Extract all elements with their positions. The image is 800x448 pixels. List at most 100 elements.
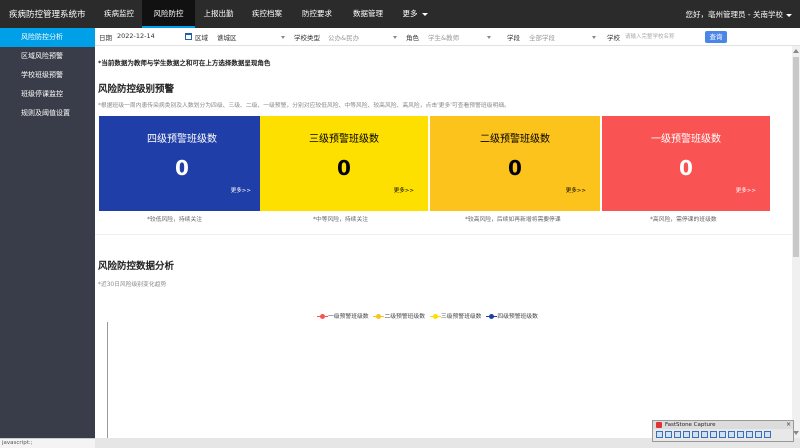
output-icon[interactable] — [728, 431, 735, 438]
capture-fullscreen-icon[interactable] — [692, 431, 699, 438]
level4-warning-card: 四级预警班级数 0 更多>> — [99, 116, 265, 211]
section-select[interactable]: 全部学段 — [529, 32, 555, 42]
card-value: 0 — [679, 156, 693, 180]
card-title: 四级预警班级数 — [147, 134, 217, 145]
legend-item-level2[interactable]: 二级预警班级数 — [373, 311, 426, 320]
page-scrollbar[interactable] — [792, 46, 800, 438]
sidebar-item-rules-thresholds[interactable]: 规则及阈值设置 — [0, 104, 95, 123]
legend-item-level1[interactable]: 一级预警班级数 — [317, 311, 369, 320]
card-more-link[interactable]: 更多>> — [736, 186, 756, 194]
card-note: *较低风险，持续关注 — [147, 217, 203, 223]
chart-legend: 一级预警班级数 二级预警班级数 三级预警班级数 四级预警班级数 — [317, 311, 544, 320]
scroll-up-icon[interactable] — [793, 49, 799, 53]
main-content: *当前数据为教师与学生数据之和可在上方选择数据呈现角色 风险防控级别预警 *根据… — [95, 46, 792, 438]
school-label: 学校 — [607, 34, 620, 42]
card-value: 0 — [508, 156, 522, 180]
card-title: 三级预警班级数 — [309, 134, 379, 145]
capture-window-icon[interactable] — [656, 431, 663, 438]
card-value: 0 — [175, 156, 189, 180]
card-more-link[interactable]: 更多>> — [394, 186, 414, 194]
card-note: *高风险，需停课的班级数 — [650, 217, 717, 223]
capture-video-icon[interactable] — [719, 431, 726, 438]
role-label: 角色 — [406, 34, 419, 42]
analysis-section-title: 风险防控数据分析 — [98, 261, 175, 272]
scrollbar-thumb[interactable] — [793, 57, 799, 257]
close-icon[interactable]: × — [786, 421, 791, 429]
faststone-logo-icon — [656, 422, 662, 428]
region-select[interactable]: 谯城区 — [217, 32, 237, 42]
role-select[interactable]: 学生&教师 — [428, 32, 459, 42]
help-icon[interactable] — [755, 431, 762, 438]
legend-item-level4[interactable]: 四级预警班级数 — [486, 311, 538, 320]
level3-warning-card: 三级预警班级数 0 更多>> — [260, 116, 428, 211]
nav-item-disease-records[interactable]: 疾控档案 — [242, 0, 292, 28]
faststone-titlebar: FastStone Capture × — [653, 421, 793, 429]
browser-status-bar: javascript:; — [0, 438, 95, 448]
calendar-icon[interactable] — [185, 33, 192, 40]
data-role-note: *当前数据为教师与学生数据之和可在上方选择数据呈现角色 — [98, 59, 271, 67]
filter-bar: 日期 2022-12-14 区域 谯城区 学校类型 公办&民办 角色 学生&教师… — [95, 28, 800, 46]
warning-section-title: 风险防控级别预警 — [98, 84, 175, 95]
legend-marker-icon — [317, 314, 328, 319]
sidebar-item-suspension-monitor[interactable]: 班级停课监控 — [0, 85, 95, 104]
section-divider — [95, 234, 792, 235]
nav-item-disease-monitor[interactable]: 疾病监控 — [96, 0, 142, 28]
sidebar-item-risk-analysis[interactable]: 风险防控分析 — [0, 28, 95, 47]
sidebar: 风险防控分析 区域风险预警 学校班级预警 班级停课监控 规则及阈值设置 — [0, 28, 95, 448]
capture-rect-icon[interactable] — [674, 431, 681, 438]
minimize-icon[interactable] — [764, 431, 771, 438]
capture-object-icon[interactable] — [665, 431, 672, 438]
chevron-down-icon — [393, 36, 397, 39]
faststone-title: FastStone Capture — [665, 422, 716, 428]
user-greeting: 您好，亳州管理员 - 关南学校 — [685, 10, 783, 19]
legend-marker-icon — [373, 314, 385, 319]
card-more-link[interactable]: 更多>> — [231, 186, 251, 194]
school-type-label: 学校类型 — [294, 34, 320, 42]
legend-marker-icon — [486, 314, 498, 319]
analysis-section-desc: *近30日风险级别变化趋势 — [98, 282, 167, 288]
capture-freehand-icon[interactable] — [683, 431, 690, 438]
nav-item-data-management[interactable]: 数据管理 — [342, 0, 394, 28]
faststone-tools — [656, 431, 773, 440]
legend-item-level3[interactable]: 三级预警班级数 — [429, 311, 482, 320]
nav-item-attendance-report[interactable]: 上报出勤 — [195, 0, 242, 28]
chevron-down-icon — [421, 12, 428, 16]
capture-scroll-icon[interactable] — [701, 431, 708, 438]
menu-icon[interactable] — [746, 431, 753, 438]
legend-label: 四级预警班级数 — [497, 314, 538, 320]
level2-warning-card: 二级预警班级数 0 更多>> — [430, 116, 600, 211]
chevron-down-icon — [786, 13, 792, 17]
chevron-down-icon — [592, 36, 596, 39]
legend-label: 二级预警班级数 — [384, 314, 426, 320]
nav-more-label: 更多 — [402, 9, 418, 18]
school-type-select[interactable]: 公办&民办 — [328, 32, 359, 42]
card-note: *较高风险，后续如再新增将需要停课 — [465, 217, 561, 223]
chevron-down-icon — [487, 36, 491, 39]
date-field[interactable]: 2022-12-14 — [117, 32, 155, 40]
card-value: 0 — [337, 156, 351, 180]
section-label: 学段 — [507, 34, 520, 42]
legend-marker-icon — [429, 314, 441, 319]
chevron-down-icon — [281, 36, 285, 39]
nav-item-more[interactable]: 更多 — [394, 0, 436, 28]
card-more-link[interactable]: 更多>> — [566, 186, 586, 194]
faststone-capture-toolbar: FastStone Capture × — [652, 420, 794, 442]
nav-item-risk-control[interactable]: 风险防控 — [142, 0, 195, 28]
sidebar-item-region-warning[interactable]: 区域风险预警 — [0, 47, 95, 66]
sidebar-item-class-warning[interactable]: 学校班级预警 — [0, 66, 95, 85]
level1-warning-card: 一级预警班级数 0 更多>> — [602, 116, 770, 211]
legend-label: 三级预警班级数 — [440, 314, 482, 320]
chart-y-axis — [107, 322, 108, 438]
settings-icon[interactable] — [737, 431, 744, 438]
nav-item-control-requirements[interactable]: 防控要求 — [292, 0, 342, 28]
region-label: 区域 — [195, 34, 208, 42]
school-search-input[interactable]: 请输入完整学校名称 — [625, 31, 703, 43]
card-note: *中等风险，持续关注 — [313, 217, 369, 223]
query-button[interactable]: 查询 — [705, 31, 727, 43]
card-title: 二级预警班级数 — [480, 134, 550, 145]
user-menu[interactable]: 您好，亳州管理员 - 关南学校 — [686, 9, 792, 20]
card-title: 一级预警班级数 — [651, 134, 721, 145]
date-label: 日期 — [99, 34, 112, 42]
app-title: 疾病防控管理系统市 — [9, 10, 86, 20]
capture-fixed-icon[interactable] — [710, 431, 717, 438]
